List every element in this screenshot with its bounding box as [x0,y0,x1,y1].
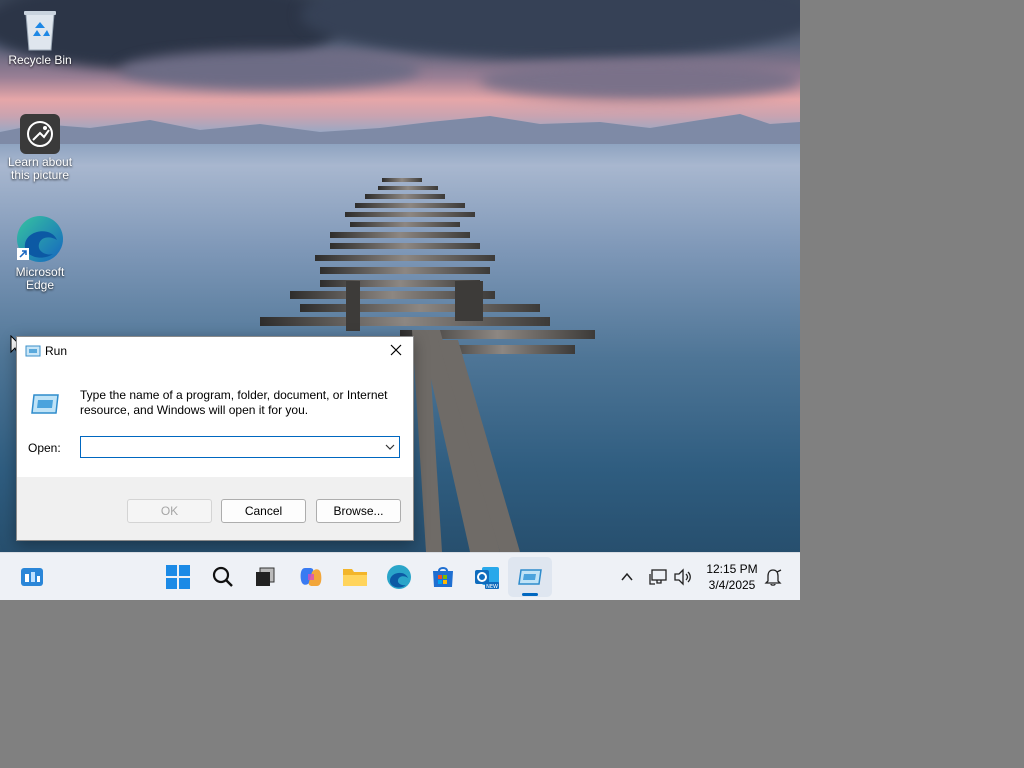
desktop-icon-label: Microsoft Edge [15,265,65,292]
open-combobox[interactable] [80,436,400,458]
run-dialog: Run Type the name of a program, folder, … [16,336,414,541]
desktop-icon-learn-about-picture[interactable]: Learn about this picture [1,114,79,182]
chevron-up-icon [621,572,633,581]
network-icon [649,569,667,585]
show-hidden-icons-button[interactable] [611,561,643,593]
desktop-icon-microsoft-edge[interactable]: Microsoft Edge [1,214,79,292]
recycle-bin-icon [22,8,58,52]
browse-button[interactable]: Browse... [316,499,401,523]
edge-icon [387,565,411,589]
screen: Recycle Bin Learn about this picture Mic… [0,0,800,600]
chevron-down-icon[interactable] [383,440,397,454]
run-dialog-titlebar[interactable]: Run [17,337,413,365]
outlook-icon: NEW [475,567,499,590]
desktop-icon-label: Learn about this picture [7,155,73,182]
open-label: Open: [28,441,61,455]
store-button[interactable] [427,561,459,593]
close-button[interactable] [385,341,407,361]
edge-taskbar-button[interactable] [383,561,415,593]
taskbar-clock[interactable]: 12:15 PM 3/4/2025 [700,561,764,593]
close-icon [390,344,402,356]
start-button[interactable] [162,561,194,593]
run-program-icon [31,394,59,414]
active-app-indicator [522,593,538,596]
ok-button[interactable]: OK [127,499,212,523]
file-explorer-icon [343,569,367,586]
notifications-button[interactable] [757,561,789,593]
task-view-button[interactable] [249,561,281,593]
start-icon [166,565,190,589]
search-icon [212,566,233,587]
open-input[interactable] [84,438,374,456]
outlook-button[interactable]: NEW [471,561,503,593]
copilot-button[interactable] [295,561,327,593]
file-explorer-button[interactable] [339,561,371,593]
cancel-button[interactable]: Cancel [221,499,306,523]
volume-button[interactable] [667,561,699,593]
run-taskbar-button[interactable] [514,561,546,593]
clock-date: 3/4/2025 [708,578,756,592]
svg-text:NEW: NEW [486,584,498,590]
widgets-icon [21,568,43,586]
run-icon [25,345,41,357]
notification-bell-icon [764,569,782,586]
run-dialog-description: Type the name of a program, folder, docu… [80,388,388,417]
run-dialog-content [17,365,413,477]
desktop-icon-recycle-bin[interactable]: Recycle Bin [1,8,79,67]
widgets-button[interactable] [16,561,48,593]
copilot-icon [300,568,322,586]
run-dialog-title: Run [45,344,68,358]
desktop-icon-label: Recycle Bin [8,53,72,67]
clock-time: 12:15 PM [706,562,758,576]
learn-about-picture-icon [20,114,60,154]
store-icon [433,567,453,587]
search-button[interactable] [207,561,239,593]
task-view-icon [256,567,275,586]
edge-icon [15,214,65,264]
open-label-text: Open: [28,441,61,455]
taskbar: NEW 12:15 PM 3/4/2025 [0,552,800,600]
volume-icon [674,568,691,586]
run-icon [518,569,542,585]
